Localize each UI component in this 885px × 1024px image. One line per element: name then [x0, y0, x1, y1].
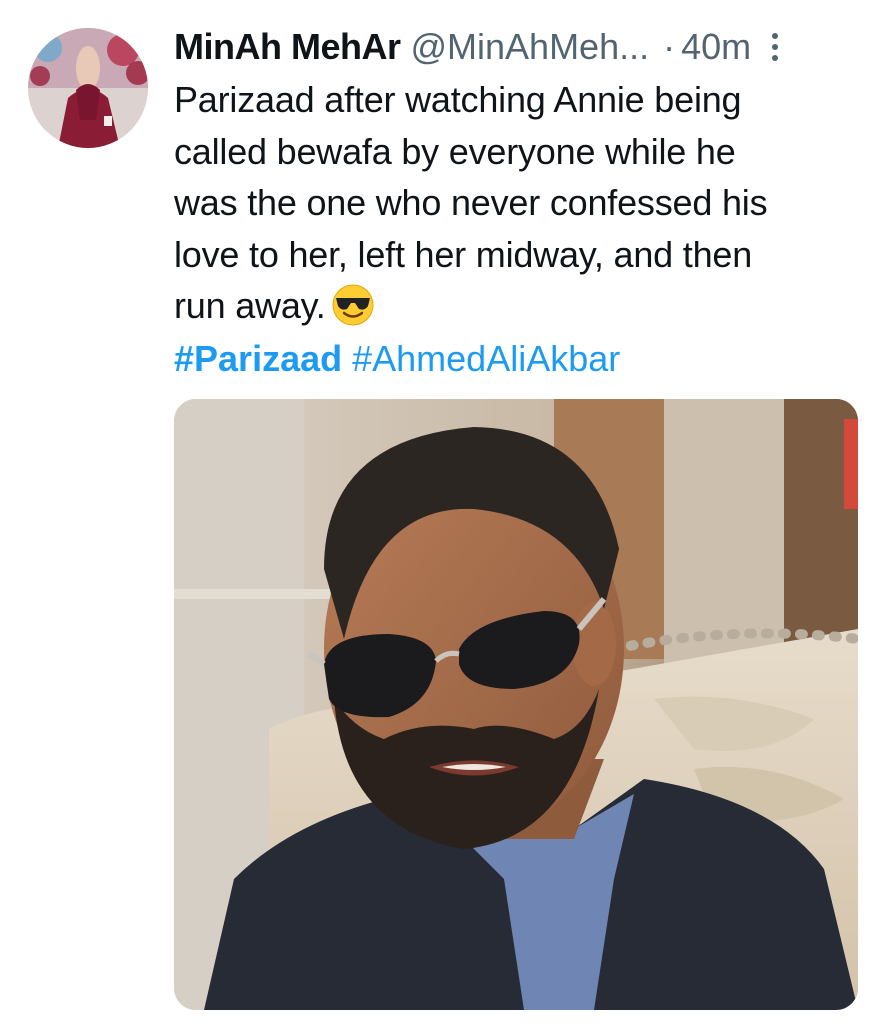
tweet-media-image[interactable]	[174, 399, 858, 1010]
display-name[interactable]: MinAh MehAr	[174, 26, 401, 68]
tweet-text-line: was the one who never confessed his	[174, 182, 768, 223]
tweet-text-line: Parizaad after watching Annie being	[174, 79, 742, 120]
user-handle[interactable]: @MinAhMeh...	[410, 26, 649, 68]
avatar[interactable]	[28, 28, 148, 148]
tweet-text-line-last: run away.	[174, 280, 854, 332]
tweet-text-line: love to her, left her midway, and then	[174, 233, 753, 275]
separator-dot: ·	[663, 26, 676, 67]
hashtag-link[interactable]: #Parizaad	[174, 338, 342, 379]
photo-man-in-sunglasses	[174, 399, 858, 1010]
timestamp[interactable]: 40m	[681, 26, 751, 68]
avatar-image	[28, 28, 148, 148]
tweet-text-last-words: run away.	[174, 285, 326, 326]
tweet-text-line: called bewafa by everyone while he	[174, 130, 736, 172]
smiling-face-with-sunglasses-icon	[332, 284, 374, 326]
hashtags: #Parizaad #AhmedAliAkbar	[174, 333, 620, 384]
more-vertical-icon[interactable]	[765, 27, 785, 67]
tweet-text: Parizaad after watching Annie being call…	[174, 74, 854, 332]
hashtag-link[interactable]: #AhmedAliAkbar	[352, 338, 620, 379]
tweet-header: MinAh MehAr @MinAhMeh... · 40m	[174, 22, 874, 72]
